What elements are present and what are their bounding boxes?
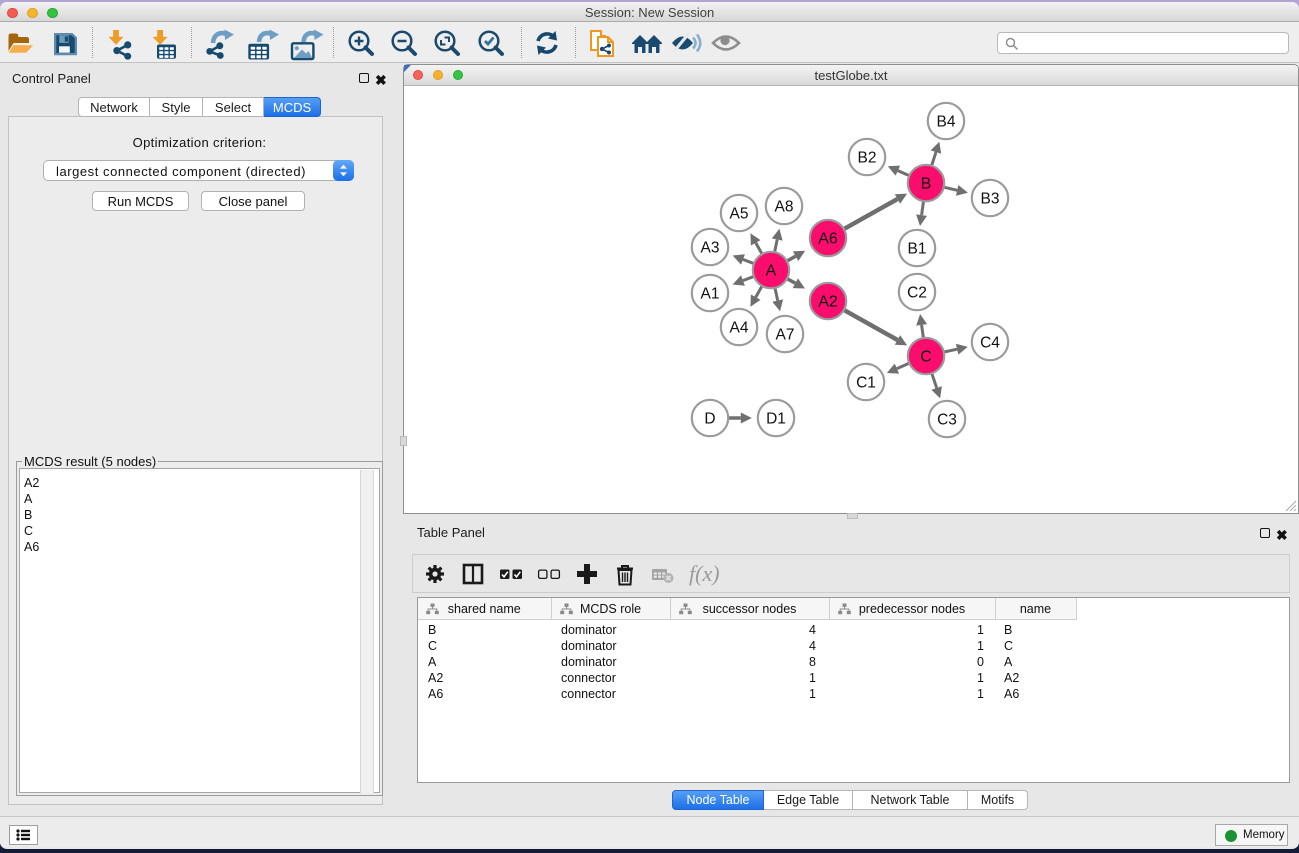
svg-text:C: C [920,349,932,366]
svg-text:f(x): f(x) [689,561,720,586]
svg-text:A4: A4 [730,320,749,337]
svg-text:B2: B2 [858,150,877,167]
svg-text:A2: A2 [818,294,838,311]
svg-text:A: A [766,263,777,280]
svg-text:A1: A1 [701,286,720,303]
svg-text:A8: A8 [775,199,794,216]
svg-text:B4: B4 [937,114,956,131]
svg-text:D: D [704,411,715,428]
svg-text:D1: D1 [766,411,786,428]
svg-text:A5: A5 [730,206,749,223]
svg-text:C2: C2 [907,285,927,302]
svg-text:B3: B3 [981,191,1000,208]
svg-text:B1: B1 [908,241,927,258]
svg-text:C4: C4 [980,335,1000,352]
svg-text:A3: A3 [701,240,720,257]
svg-text:C3: C3 [937,412,957,429]
svg-text:B: B [921,176,932,193]
svg-text:C1: C1 [856,375,876,392]
svg-text:A7: A7 [776,327,795,344]
svg-text:A6: A6 [818,231,838,248]
